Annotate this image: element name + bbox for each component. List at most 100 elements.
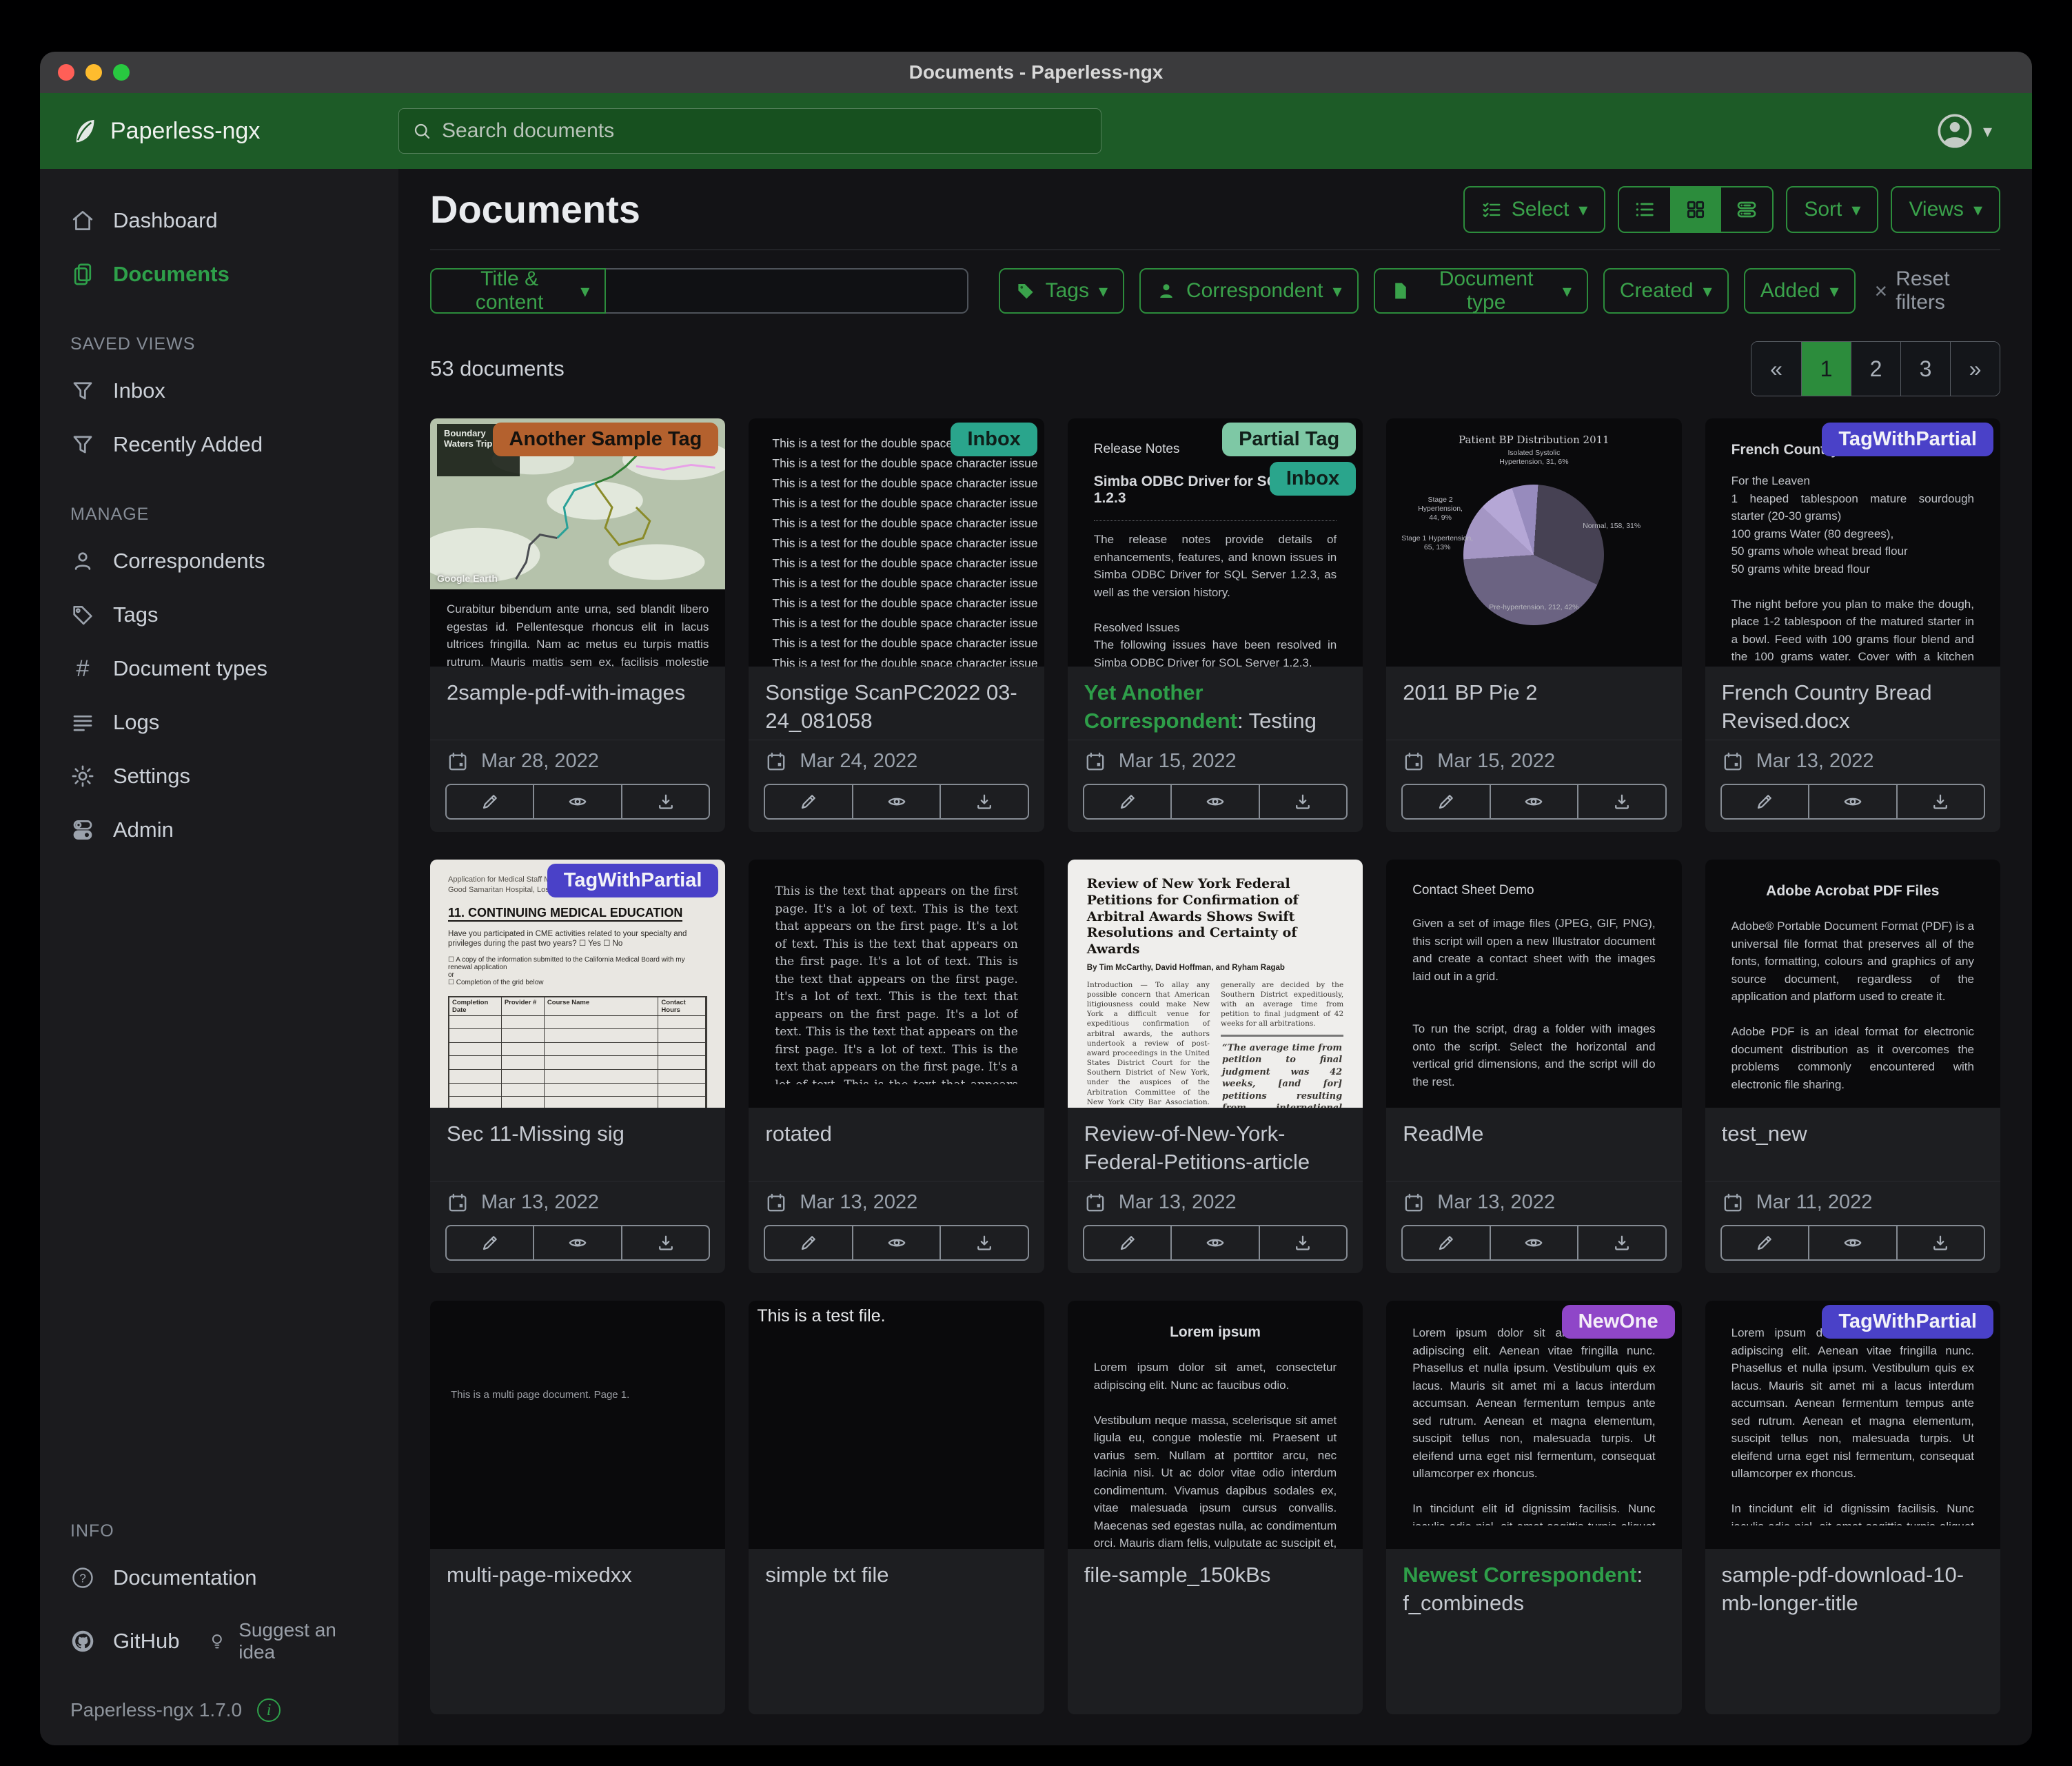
tag-pill[interactable]: TagWithPartial — [1822, 423, 1993, 456]
tag-pill[interactable]: Inbox — [951, 423, 1037, 456]
document-card[interactable]: Release NotesSimba ODBC Driver for SQL S… — [1068, 418, 1363, 832]
sidebar-item-tags[interactable]: Tags — [40, 588, 398, 642]
document-title[interactable]: test_new — [1705, 1108, 2000, 1181]
app-brand[interactable]: Paperless-ngx — [68, 116, 398, 146]
view-button[interactable] — [1808, 785, 1896, 818]
document-thumbnail[interactable]: Contact Sheet DemoGiven a set of image f… — [1386, 860, 1681, 1108]
download-button[interactable] — [1896, 785, 1984, 818]
edit-button[interactable] — [447, 785, 533, 818]
user-menu[interactable]: ▾ — [1935, 111, 1992, 151]
tags-filter-button[interactable]: Tags ▾ — [999, 268, 1124, 314]
edit-button[interactable] — [765, 785, 851, 818]
views-button[interactable]: Views ▾ — [1891, 186, 2000, 233]
tag-pill[interactable]: TagWithPartial — [547, 864, 719, 897]
edit-button[interactable] — [765, 1226, 851, 1259]
detail-view-button[interactable] — [1721, 187, 1772, 232]
document-card[interactable]: This is a test file.simple txt file — [749, 1301, 1044, 1714]
tag-pill[interactable]: Another Sample Tag — [493, 423, 719, 456]
document-title[interactable]: Sec 11-Missing sig — [430, 1108, 725, 1181]
view-button[interactable] — [1490, 785, 1577, 818]
title-content-input[interactable] — [606, 268, 968, 314]
download-button[interactable] — [1577, 1226, 1665, 1259]
suggest-idea-link[interactable]: Suggest an idea — [207, 1619, 368, 1663]
document-thumbnail[interactable]: Lorem ipsumLorem ipsum dolor sit amet, c… — [1068, 1301, 1363, 1549]
document-thumbnail[interactable]: Review of New York Federal Petitions for… — [1068, 860, 1363, 1108]
view-button[interactable] — [1170, 785, 1258, 818]
edit-button[interactable] — [447, 1226, 533, 1259]
added-filter-button[interactable]: Added ▾ — [1744, 268, 1856, 314]
sort-button[interactable]: Sort ▾ — [1786, 186, 1878, 233]
download-button[interactable] — [621, 785, 709, 818]
edit-button[interactable] — [1403, 785, 1489, 818]
sidebar-item-correspondents[interactable]: Correspondents — [40, 534, 398, 588]
edit-button[interactable] — [1084, 785, 1170, 818]
document-card[interactable]: This is a test for the double space char… — [749, 418, 1044, 832]
correspondent-filter-button[interactable]: Correspondent ▾ — [1139, 268, 1359, 314]
document-title[interactable]: Newest Correspondent: f_combineds — [1386, 1549, 1681, 1630]
download-button[interactable] — [621, 1226, 709, 1259]
document-card[interactable]: Contact Sheet DemoGiven a set of image f… — [1386, 860, 1681, 1273]
sidebar-item-admin[interactable]: Admin — [40, 803, 398, 857]
download-button[interactable] — [1259, 785, 1346, 818]
document-card[interactable]: Review of New York Federal Petitions for… — [1068, 860, 1363, 1273]
sidebar-item-document-types[interactable]: #Document types — [40, 642, 398, 696]
sidebar-item-documents[interactable]: Documents — [40, 247, 398, 301]
edit-button[interactable] — [1722, 785, 1808, 818]
document-thumbnail[interactable]: Adobe Acrobat PDF FilesAdobe® Portable D… — [1705, 860, 2000, 1108]
document-card[interactable]: Boundary Waters Trip Google Earth Curabi… — [430, 418, 725, 832]
page-button-2[interactable]: 2 — [1851, 342, 1900, 396]
view-button[interactable] — [852, 785, 939, 818]
download-button[interactable] — [1577, 785, 1665, 818]
document-card[interactable]: Application for Medical Staff Members Go… — [430, 860, 725, 1273]
sidebar-item-github[interactable]: GitHub — [70, 1629, 179, 1654]
edit-button[interactable] — [1722, 1226, 1808, 1259]
document-card[interactable]: Lorem ipsum dolor sit amet, consectetur … — [1386, 1301, 1681, 1714]
document-title[interactable]: French Country Bread Revised.docx — [1705, 667, 2000, 740]
document-title[interactable]: 2011 BP Pie 2 — [1386, 667, 1681, 740]
view-button[interactable] — [1808, 1226, 1896, 1259]
search-box[interactable] — [398, 108, 1101, 154]
page-button-«[interactable]: « — [1751, 342, 1801, 396]
document-title[interactable]: Sonstige ScanPC2022 03-24_081058 — [749, 667, 1044, 740]
document-title[interactable]: file-sample_150kBs — [1068, 1549, 1363, 1630]
view-button[interactable] — [1170, 1226, 1258, 1259]
tag-pill[interactable]: NewOne — [1562, 1305, 1675, 1339]
reset-filters-button[interactable]: × Reset filters — [1875, 267, 2001, 314]
document-card[interactable]: Patient BP Distribution 2011Isolated Sys… — [1386, 418, 1681, 832]
sidebar-item-recently-added[interactable]: Recently Added — [40, 418, 398, 471]
download-button[interactable] — [939, 1226, 1027, 1259]
document-card[interactable]: This is the text that appears on the fir… — [749, 860, 1044, 1273]
document-card[interactable]: Lorem ipsumLorem ipsum dolor sit amet, c… — [1068, 1301, 1363, 1714]
list-view-button[interactable] — [1619, 187, 1670, 232]
edit-button[interactable] — [1084, 1226, 1170, 1259]
document-title[interactable]: simple txt file — [749, 1549, 1044, 1630]
document-thumbnail[interactable]: This is a multi page document. Page 1. — [430, 1301, 725, 1549]
info-icon[interactable]: i — [257, 1698, 281, 1722]
document-title[interactable]: multi-page-mixedxx — [430, 1549, 725, 1630]
doctype-filter-button[interactable]: Document type ▾ — [1374, 268, 1588, 314]
sidebar-item-documentation[interactable]: ? Documentation — [40, 1551, 398, 1605]
document-title[interactable]: Yet Another Correspondent: Testing Email — [1068, 667, 1363, 740]
document-card[interactable]: Adobe Acrobat PDF FilesAdobe® Portable D… — [1705, 860, 2000, 1273]
page-button-1[interactable]: 1 — [1801, 342, 1851, 396]
document-title[interactable]: rotated — [749, 1108, 1044, 1181]
download-button[interactable] — [1896, 1226, 1984, 1259]
title-content-dropdown[interactable]: Title & content ▾ — [430, 268, 606, 314]
created-filter-button[interactable]: Created ▾ — [1603, 268, 1729, 314]
document-card[interactable]: This is a multi page document. Page 1.mu… — [430, 1301, 725, 1714]
document-title[interactable]: sample-pdf-download-10-mb-longer-title — [1705, 1549, 2000, 1630]
view-button[interactable] — [1490, 1226, 1577, 1259]
document-card[interactable]: Lorem ipsum dolor sit amet, consectetur … — [1705, 1301, 2000, 1714]
download-button[interactable] — [1259, 1226, 1346, 1259]
page-button-3[interactable]: 3 — [1900, 342, 1950, 396]
sidebar-item-inbox[interactable]: Inbox — [40, 364, 398, 418]
search-input[interactable] — [442, 119, 1088, 143]
page-button-»[interactable]: » — [1950, 342, 2000, 396]
document-thumbnail[interactable]: This is the text that appears on the fir… — [749, 860, 1044, 1108]
document-title[interactable]: 2sample-pdf-with-images — [430, 667, 725, 740]
select-button[interactable]: Select ▾ — [1463, 186, 1605, 233]
sidebar-item-dashboard[interactable]: Dashboard — [40, 194, 398, 247]
document-title[interactable]: Review-of-New-York-Federal-Petitions-art… — [1068, 1108, 1363, 1181]
view-button[interactable] — [533, 1226, 620, 1259]
sidebar-item-logs[interactable]: Logs — [40, 696, 398, 749]
